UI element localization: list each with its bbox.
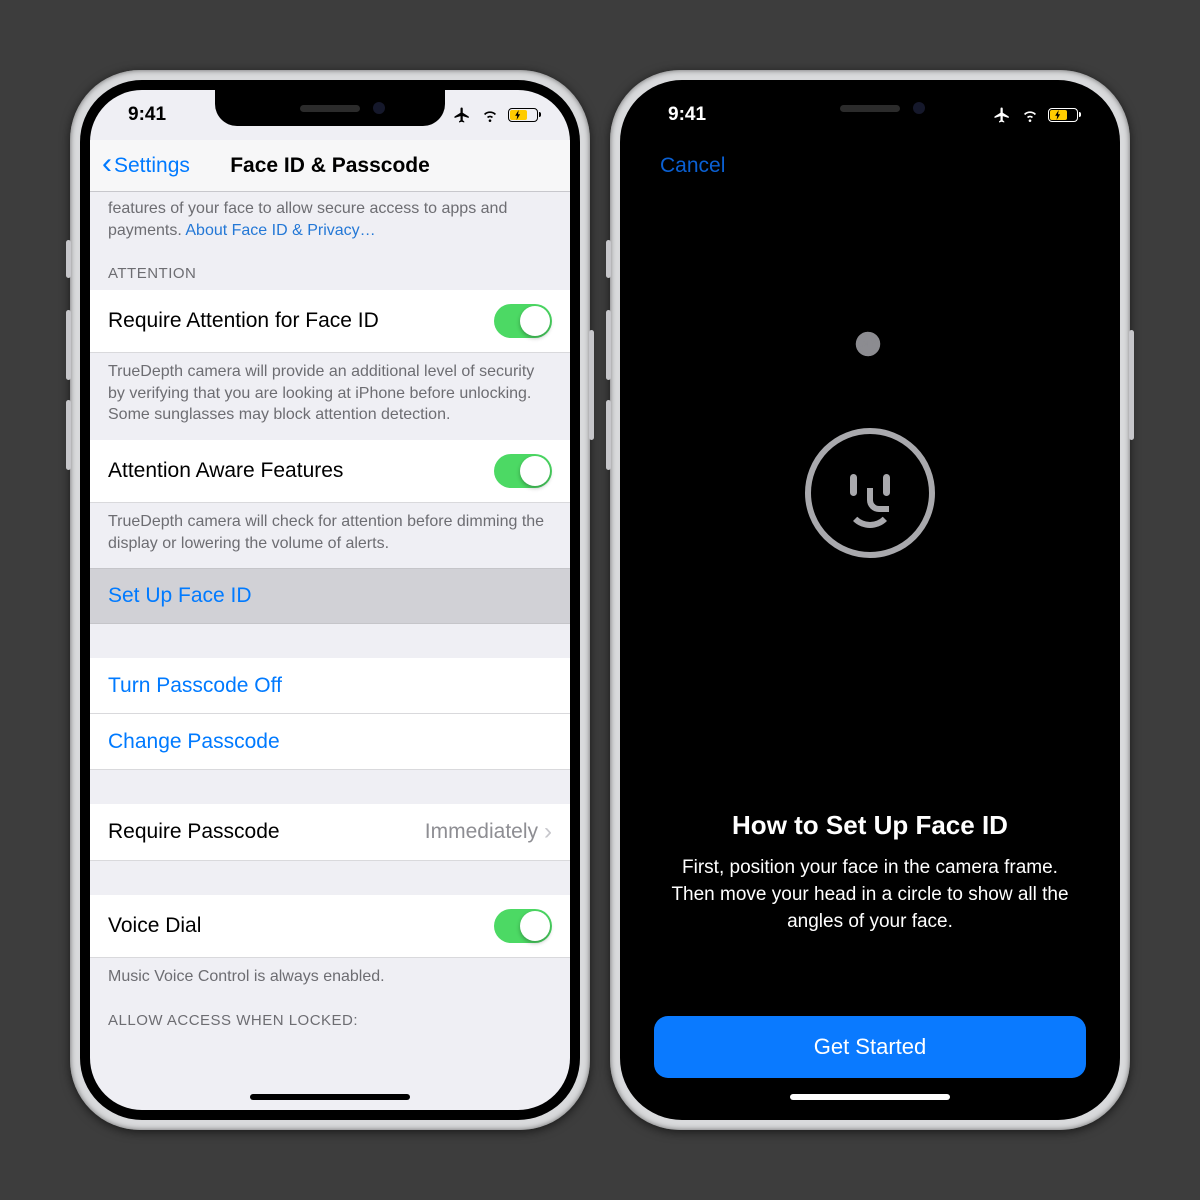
cell-value: Immediately <box>425 820 538 844</box>
side-button <box>1129 330 1134 440</box>
status-time: 9:41 <box>128 104 166 126</box>
require-attention-toggle[interactable] <box>494 304 552 338</box>
cell-label: Require Passcode <box>108 820 280 844</box>
home-indicator[interactable] <box>250 1094 410 1100</box>
airplane-mode-icon <box>452 106 472 124</box>
allow-access-section-header: ALLOW ACCESS WHEN LOCKED: <box>90 1002 570 1037</box>
mute-switch <box>606 240 611 278</box>
cancel-button[interactable]: Cancel <box>660 154 725 178</box>
attention-aware-description: TrueDepth camera will check for attentio… <box>90 503 570 568</box>
mute-switch <box>66 240 71 278</box>
battery-charging-icon <box>1048 108 1078 122</box>
settings-content[interactable]: features of your face to allow secure ac… <box>90 192 570 1110</box>
faceid-illustration <box>654 182 1086 804</box>
notch <box>215 90 445 126</box>
attention-aware-toggle[interactable] <box>494 454 552 488</box>
chevron-right-icon: › <box>544 818 552 846</box>
volume-down-button <box>66 400 71 470</box>
volume-up-button <box>606 310 611 380</box>
notch <box>755 90 985 126</box>
require-attention-row[interactable]: Require Attention for Face ID <box>90 290 570 353</box>
cell-label: Change Passcode <box>108 730 280 754</box>
wifi-icon <box>480 107 500 123</box>
back-label: Settings <box>114 154 190 178</box>
attention-aware-row[interactable]: Attention Aware Features <box>90 440 570 503</box>
voice-dial-toggle[interactable] <box>494 909 552 943</box>
back-button[interactable]: ‹ Settings <box>102 154 190 178</box>
cell-label: Attention Aware Features <box>108 459 343 483</box>
setup-heading: How to Set Up Face ID <box>654 810 1086 841</box>
require-passcode-row[interactable]: Require Passcode Immediately › <box>90 804 570 861</box>
settings-screen: 9:41 ‹ Settings <box>90 90 570 1110</box>
voice-dial-row[interactable]: Voice Dial <box>90 895 570 958</box>
cell-label: Voice Dial <box>108 914 201 938</box>
setup-description: First, position your face in the camera … <box>654 855 1086 936</box>
volume-up-button <box>66 310 71 380</box>
status-time: 9:41 <box>668 104 706 126</box>
wifi-icon <box>1020 107 1040 123</box>
change-passcode-row[interactable]: Change Passcode <box>90 714 570 770</box>
battery-charging-icon <box>508 108 538 122</box>
volume-down-button <box>606 400 611 470</box>
require-attention-description: TrueDepth camera will provide an additio… <box>90 353 570 440</box>
faceid-setup-screen: 9:41 Cancel <box>630 90 1110 1110</box>
iphone-left: 9:41 ‹ Settings <box>70 70 590 1130</box>
nav-bar: ‹ Settings Face ID & Passcode <box>90 140 570 192</box>
setup-faceid-row[interactable]: Set Up Face ID <box>90 568 570 624</box>
cell-label: Turn Passcode Off <box>108 674 282 698</box>
cell-label: Require Attention for Face ID <box>108 309 379 333</box>
attention-section-header: ATTENTION <box>90 251 570 290</box>
cell-label: Set Up Face ID <box>108 584 252 608</box>
home-indicator[interactable] <box>790 1094 950 1100</box>
voice-dial-description: Music Voice Control is always enabled. <box>90 958 570 1002</box>
about-faceid-privacy-link[interactable]: About Face ID & Privacy… <box>185 222 375 239</box>
turn-passcode-off-row[interactable]: Turn Passcode Off <box>90 658 570 714</box>
face-icon <box>805 428 935 558</box>
side-button <box>589 330 594 440</box>
intro-description: features of your face to allow secure ac… <box>90 192 570 251</box>
iphone-right: 9:41 Cancel <box>610 70 1130 1130</box>
airplane-mode-icon <box>992 106 1012 124</box>
get-started-button[interactable]: Get Started <box>654 1016 1086 1078</box>
